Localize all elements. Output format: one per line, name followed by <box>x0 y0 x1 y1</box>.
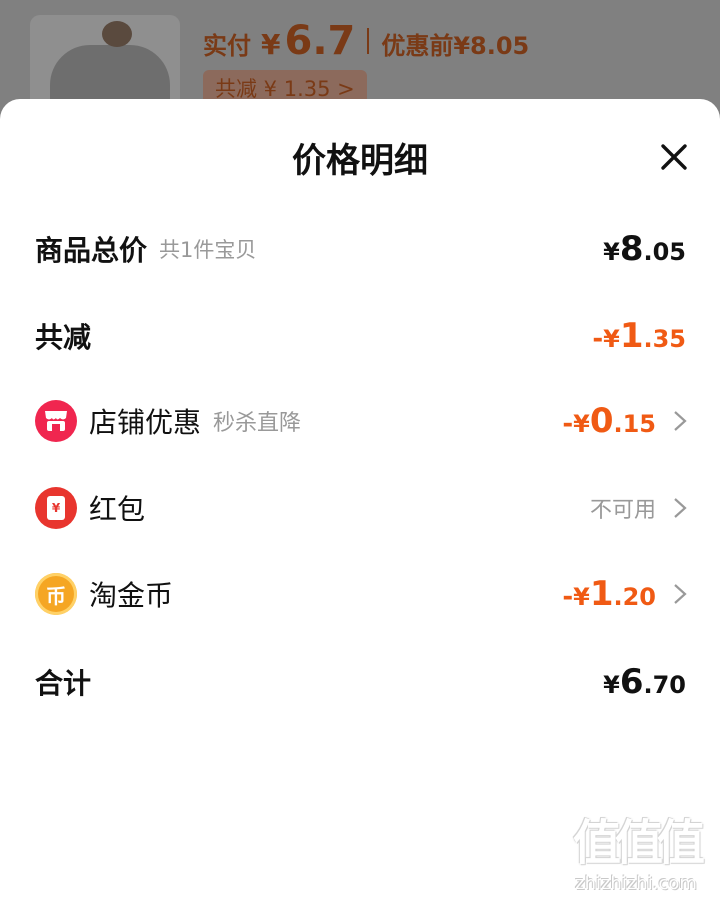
discount-total-int: 1 <box>619 316 644 356</box>
chevron-right-icon[interactable] <box>668 391 692 451</box>
row-red-packet[interactable]: ¥ 红包 不可用 <box>0 478 720 538</box>
paid-yen: ¥ <box>261 28 281 61</box>
bear-decoration-shape <box>102 21 132 47</box>
total-yen: ¥ <box>603 671 620 699</box>
store-discount-dec: .15 <box>613 410 656 438</box>
watermark: 值值值 zhizhizhi.com <box>566 803 706 894</box>
taojinbi-label: 淘金币 <box>89 579 174 612</box>
taojinbi-sign: - <box>562 582 574 612</box>
row-taojinbi[interactable]: 币 淘金币 - ¥ 1 .20 <box>0 564 720 624</box>
discount-total-price: - ¥ 1 .35 <box>592 316 686 356</box>
row-total: 合计 ¥ 6 .70 <box>0 652 720 712</box>
discount-total-sign: - <box>592 324 604 354</box>
taojinbi-yen: ¥ <box>573 583 590 611</box>
paid-label: 实付 <box>203 32 251 60</box>
subtotal-label: 商品总价 <box>35 234 148 267</box>
discount-total-yen: ¥ <box>603 325 620 353</box>
red-packet-icon: ¥ <box>35 487 77 529</box>
total-dec: .70 <box>643 671 686 699</box>
red-packet-status: 不可用 <box>589 498 656 523</box>
close-icon <box>661 144 687 170</box>
subtotal-int: 8 <box>619 229 644 269</box>
store-discount-label: 店铺优惠 <box>89 406 202 439</box>
store-discount-price: - ¥ 0 .15 <box>562 401 656 441</box>
store-icon <box>35 400 77 442</box>
discount-total-label: 共减 <box>35 321 92 354</box>
row-store-discount[interactable]: 店铺优惠 秒杀直降 - ¥ 0 .15 <box>0 391 720 451</box>
total-int: 6 <box>619 662 644 702</box>
store-discount-sign: - <box>562 409 574 439</box>
close-button[interactable] <box>652 139 696 175</box>
watermark-url: zhizhizhi.com <box>575 873 697 894</box>
red-packet-glyph: ¥ <box>47 496 65 520</box>
subtotal-yen: ¥ <box>603 238 620 266</box>
store-discount-yen: ¥ <box>573 410 590 438</box>
store-discount-sub: 秒杀直降 <box>213 411 302 436</box>
discount-total-dec: .35 <box>643 325 686 353</box>
row-discount-total: 共减 - ¥ 1 .35 <box>0 306 720 366</box>
coin-glyph: 币 <box>46 583 66 608</box>
subtotal-dec: .05 <box>643 238 686 266</box>
paid-amount: 6.7 <box>284 18 356 64</box>
total-label: 合计 <box>35 667 92 700</box>
watermark-logo: 值值值 <box>572 815 705 871</box>
subtotal-price: ¥ 8 .05 <box>603 229 686 269</box>
taojinbi-int: 1 <box>589 574 614 614</box>
row-subtotal: 商品总价 共1件宝贝 ¥ 8 .05 <box>0 219 720 279</box>
price-separator <box>367 28 370 54</box>
subtotal-count: 共1件宝贝 <box>159 238 257 262</box>
coin-icon: 币 <box>35 573 77 615</box>
original-price: 优惠前¥8.05 <box>381 32 530 60</box>
red-packet-label: 红包 <box>89 493 146 526</box>
chevron-right-icon[interactable] <box>668 478 692 538</box>
price-detail-sheet: 价格明细 商品总价 共1件宝贝 ¥ 8 .05 共减 - ¥ 1 .35 店铺优… <box>0 99 720 906</box>
sheet-title: 价格明细 <box>292 141 428 181</box>
chevron-right-icon[interactable] <box>668 564 692 624</box>
background-price-row: 实付 ¥ 6.7 优惠前¥8.05 <box>203 18 529 64</box>
taojinbi-price: - ¥ 1 .20 <box>562 574 656 614</box>
total-price: ¥ 6 .70 <box>603 662 686 702</box>
taojinbi-dec: .20 <box>613 583 656 611</box>
store-discount-int: 0 <box>589 401 614 441</box>
